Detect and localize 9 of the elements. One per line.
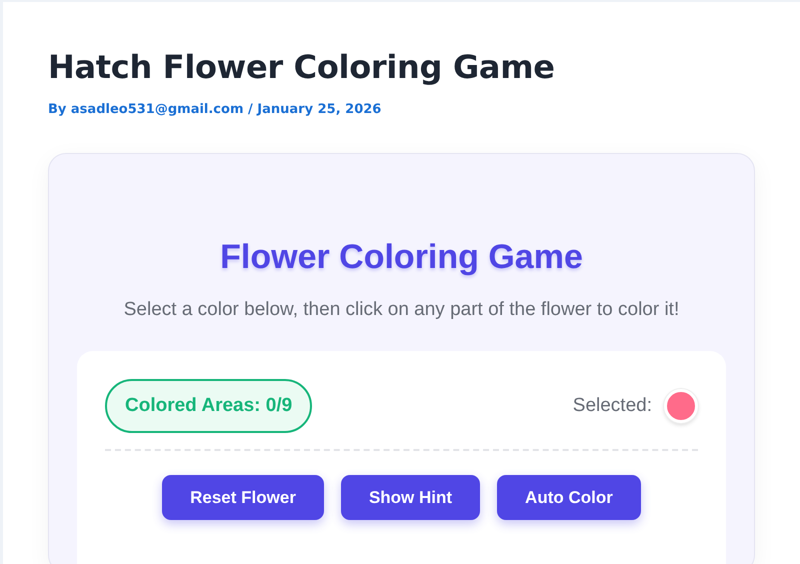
- selected-label: Selected:: [572, 395, 652, 417]
- action-button[interactable]: Reset Flower: [162, 475, 324, 520]
- game-title: Flower Coloring Game: [219, 238, 584, 277]
- action-button[interactable]: Show Hint: [340, 475, 480, 520]
- game-instructions: Select a color below, then click on any part of the flower to color it!: [122, 299, 680, 321]
- post-title: Hatch Flower Coloring Game: [48, 48, 556, 86]
- post-meta: By asadleo531@gmail.com / January 25, 2026: [48, 102, 382, 117]
- progress-counter: Colored Areas: 0/9: [105, 379, 312, 433]
- action-button[interactable]: Auto Color: [497, 475, 641, 520]
